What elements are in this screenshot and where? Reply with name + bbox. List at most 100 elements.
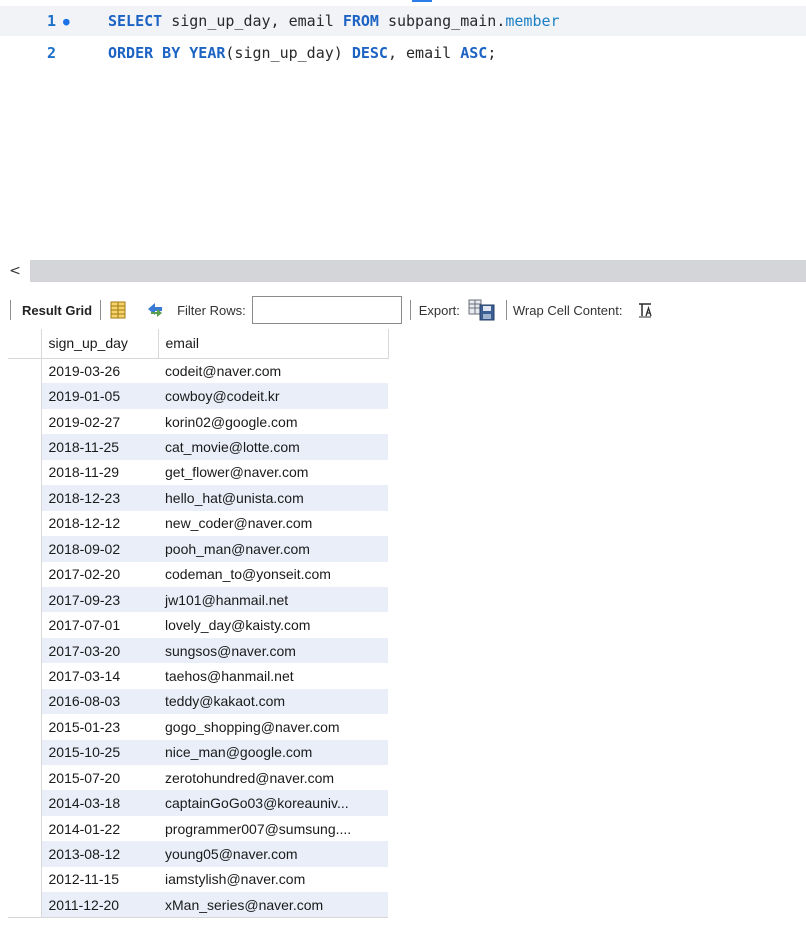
cell-email[interactable]: lovely_day@kaisty.com [158, 612, 388, 638]
cell-email[interactable]: captainGoGo03@koreauniv... [158, 790, 388, 816]
cell-email[interactable]: teddy@kakaot.com [158, 688, 388, 715]
row-header[interactable] [8, 561, 42, 587]
cell-sign-up-day[interactable]: 2011-12-20 [41, 892, 158, 919]
cell-sign-up-day[interactable]: 2019-02-27 [41, 408, 158, 435]
table-row[interactable]: 2017-09-23 jw101@hanmail.net [8, 586, 388, 613]
table-row[interactable]: 2017-07-01 lovely_day@kaisty.com [8, 612, 388, 638]
cell-sign-up-day[interactable]: 2019-03-26 [41, 358, 158, 384]
cell-sign-up-day[interactable]: 2013-08-12 [41, 841, 158, 867]
row-header[interactable] [8, 485, 42, 511]
cell-sign-up-day[interactable]: 2017-07-01 [41, 612, 158, 638]
code-line[interactable]: 2 ORDER BY YEAR(sign_up_day) DESC, email … [0, 38, 806, 68]
table-row[interactable]: 2015-01-23 gogo_shopping@naver.com [8, 714, 388, 740]
cell-sign-up-day[interactable]: 2014-03-18 [41, 790, 158, 816]
table-row[interactable]: 2019-03-26 codeit@naver.com [8, 358, 388, 384]
cell-sign-up-day[interactable]: 2017-09-23 [41, 586, 158, 613]
cell-sign-up-day[interactable]: 2019-01-05 [41, 383, 158, 409]
row-header[interactable] [8, 383, 42, 409]
cell-sign-up-day[interactable]: 2017-03-20 [41, 637, 158, 664]
cell-email[interactable]: young05@naver.com [158, 841, 388, 867]
cell-sign-up-day[interactable]: 2018-12-12 [41, 510, 158, 537]
table-row[interactable]: 2014-03-18 captainGoGo03@koreauniv... [8, 790, 388, 816]
row-header[interactable] [8, 434, 42, 460]
cell-email[interactable]: korin02@google.com [158, 408, 388, 435]
cell-sign-up-day[interactable]: 2018-09-02 [41, 536, 158, 562]
cell-sign-up-day[interactable]: 2012-11-15 [41, 866, 158, 893]
cell-email[interactable]: gogo_shopping@naver.com [158, 714, 388, 740]
cell-email[interactable]: iamstylish@naver.com [158, 866, 388, 893]
table-row[interactable]: 2017-03-14 taehos@hanmail.net [8, 663, 388, 689]
row-header[interactable] [8, 408, 42, 435]
editor-horizontal-scrollbar[interactable]: < [0, 260, 806, 282]
grid-layout-icon[interactable] [109, 301, 127, 319]
cell-email[interactable]: codeit@naver.com [158, 358, 388, 384]
cell-email[interactable]: xMan_series@naver.com [158, 892, 388, 919]
cell-email[interactable]: hello_hat@unista.com [158, 485, 388, 511]
table-row[interactable]: 2019-02-27 korin02@google.com [8, 408, 388, 435]
cell-email[interactable]: cowboy@codeit.kr [158, 383, 388, 409]
row-header[interactable] [8, 841, 42, 867]
table-row[interactable]: 2018-12-12 new_coder@naver.com [8, 510, 388, 537]
row-header[interactable] [8, 688, 42, 715]
row-header[interactable] [8, 586, 42, 613]
table-row[interactable]: 2018-11-25 cat_movie@lotte.com [8, 434, 388, 460]
cell-sign-up-day[interactable]: 2016-08-03 [41, 688, 158, 715]
cell-email[interactable]: get_flower@naver.com [158, 459, 388, 486]
cell-email[interactable]: new_coder@naver.com [158, 510, 388, 537]
row-header[interactable] [8, 358, 42, 384]
code-text[interactable]: SELECT sign_up_day, email FROM subpang_m… [108, 12, 560, 30]
table-row[interactable]: 2017-02-20 codeman_to@yonseit.com [8, 561, 388, 587]
cell-email[interactable]: nice_man@google.com [158, 739, 388, 765]
cell-email[interactable]: cat_movie@lotte.com [158, 434, 388, 460]
code-text[interactable]: ORDER BY YEAR(sign_up_day) DESC, email A… [108, 44, 496, 62]
row-header[interactable] [8, 459, 42, 486]
row-header[interactable] [8, 637, 42, 664]
cell-sign-up-day[interactable]: 2017-02-20 [41, 561, 158, 587]
wrap-text-icon[interactable] [636, 301, 654, 319]
filter-refresh-icon[interactable] [145, 301, 165, 319]
sql-editor[interactable]: 1 ● SELECT sign_up_day, email FROM subpang… [0, 0, 806, 260]
scroll-left-icon[interactable]: < [0, 260, 30, 282]
cell-sign-up-day[interactable]: 2018-11-25 [41, 434, 158, 460]
cell-sign-up-day[interactable]: 2015-01-23 [41, 714, 158, 740]
table-row[interactable]: 2018-12-23 hello_hat@unista.com [8, 485, 388, 511]
row-header[interactable] [8, 739, 42, 765]
cell-email[interactable]: jw101@hanmail.net [158, 586, 388, 613]
code-line[interactable]: 1 ● SELECT sign_up_day, email FROM subpang… [0, 6, 806, 36]
row-header[interactable] [8, 790, 42, 816]
scrollbar-track[interactable] [30, 260, 806, 282]
cell-sign-up-day[interactable]: 2015-10-25 [41, 739, 158, 765]
table-row[interactable]: 2011-12-20 xMan_series@naver.com [8, 892, 388, 919]
table-row[interactable]: 2014-01-22 programmer007@sumsung.... [8, 815, 388, 842]
row-header[interactable] [8, 866, 42, 893]
export-icon[interactable] [468, 299, 496, 321]
row-header[interactable] [8, 815, 42, 842]
table-row[interactable]: 2015-07-20 zerotohundred@naver.com [8, 765, 388, 791]
row-header[interactable] [8, 892, 42, 919]
row-header[interactable] [8, 612, 42, 638]
table-row[interactable]: 2016-08-03 teddy@kakaot.com [8, 688, 388, 715]
cell-sign-up-day[interactable]: 2015-07-20 [41, 765, 158, 791]
row-header[interactable] [8, 765, 42, 791]
filter-rows-input[interactable] [251, 296, 402, 324]
row-header-corner[interactable] [8, 329, 42, 359]
table-row[interactable]: 2017-03-20 sungsos@naver.com [8, 637, 388, 664]
row-header[interactable] [8, 663, 42, 689]
cell-email[interactable]: taehos@hanmail.net [158, 663, 388, 689]
column-header-sign-up-day[interactable]: sign_up_day [41, 329, 159, 359]
result-grid-tab[interactable]: Result Grid [22, 303, 92, 318]
table-row[interactable]: 2018-11-29 get_flower@naver.com [8, 459, 388, 486]
cell-sign-up-day[interactable]: 2018-11-29 [41, 459, 158, 486]
cell-email[interactable]: programmer007@sumsung.... [158, 815, 388, 842]
cell-sign-up-day[interactable]: 2014-01-22 [41, 815, 158, 842]
table-row[interactable]: 2018-09-02 pooh_man@naver.com [8, 536, 388, 562]
cell-email[interactable]: zerotohundred@naver.com [158, 765, 388, 791]
table-row[interactable]: 2019-01-05 cowboy@codeit.kr [8, 383, 388, 409]
cell-email[interactable]: codeman_to@yonseit.com [158, 561, 388, 587]
table-row[interactable]: 2015-10-25 nice_man@google.com [8, 739, 388, 765]
cell-email[interactable]: sungsos@naver.com [158, 637, 388, 664]
column-header-email[interactable]: email [158, 329, 389, 359]
result-grid[interactable]: sign_up_day email 2019-03-26 codeit@naver… [8, 329, 389, 919]
row-header[interactable] [8, 510, 42, 537]
table-row[interactable]: 2012-11-15 iamstylish@naver.com [8, 866, 388, 893]
